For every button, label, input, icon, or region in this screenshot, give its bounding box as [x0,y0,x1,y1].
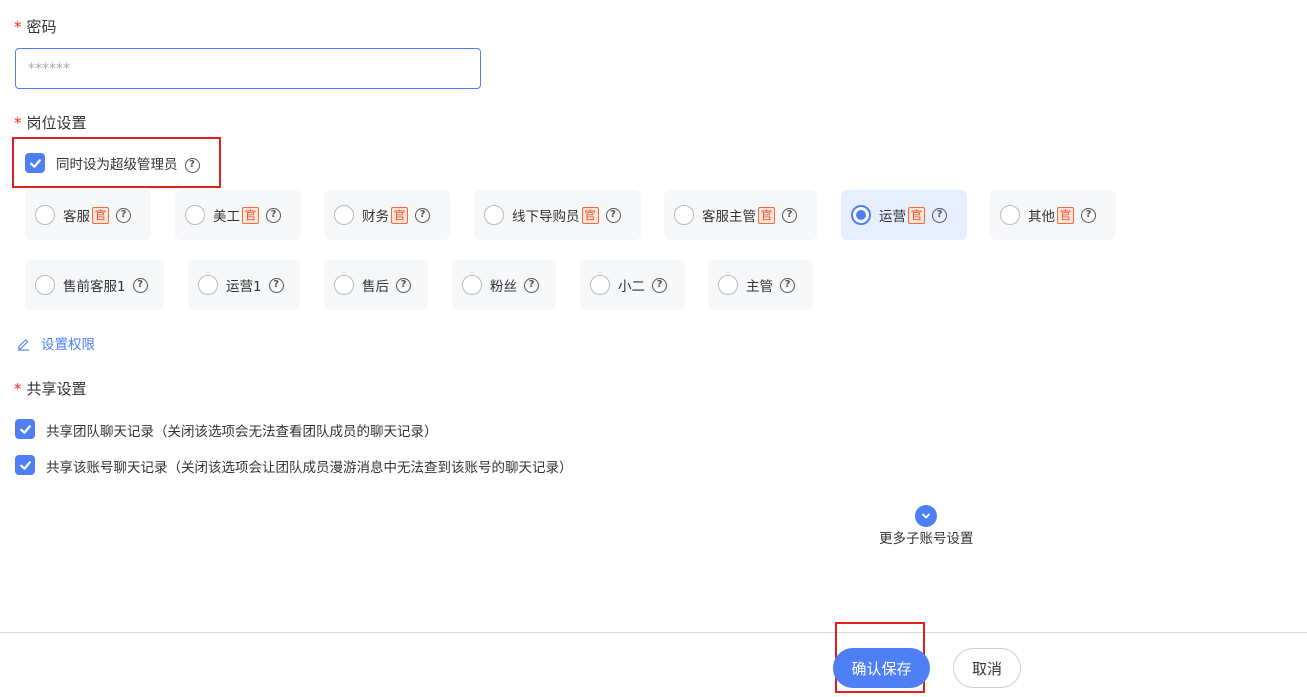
share-account-chat-label: 共享该账号聊天记录（关闭该选项会让团队成员漫游消息中无法查到该账号的聊天记录） [46,460,573,476]
radio-button[interactable] [35,275,55,295]
role-option-shouqian-kefu1[interactable]: 售前客服1 ? [25,260,164,310]
help-icon[interactable]: ? [782,207,797,223]
radio-button[interactable] [718,275,738,295]
help-icon[interactable]: ? [415,207,430,223]
radio-button[interactable] [674,205,694,225]
radio-button[interactable] [484,205,504,225]
radio-button[interactable] [185,205,205,225]
role-option-fensi[interactable]: 粉丝 ? [452,260,556,310]
official-badge: 官 [1057,206,1074,224]
help-icon[interactable]: ? [268,277,284,293]
edit-icon [17,338,30,351]
help-icon[interactable]: ? [652,277,667,293]
radio-button-selected[interactable] [851,205,871,225]
chevron-down-icon[interactable] [915,505,937,527]
check-icon [29,158,41,168]
super-admin-checkbox[interactable] [25,153,45,173]
password-label: * 密码 [14,18,57,36]
password-input[interactable] [15,48,481,89]
radio-button[interactable] [590,275,610,295]
radio-button[interactable] [1000,205,1020,225]
radio-button[interactable] [198,275,218,295]
official-badge: 官 [581,206,599,224]
official-badge: 官 [391,206,408,224]
radio-button[interactable] [35,205,55,225]
position-label: * 岗位设置 [14,114,87,132]
radio-button[interactable] [462,275,482,295]
role-option-meigong[interactable]: 美工 官 ? [175,190,301,240]
help-icon[interactable]: ? [780,277,795,293]
check-icon [19,460,31,470]
official-badge: 官 [92,206,109,224]
help-icon[interactable]: ? [524,277,539,293]
share-team-chat-label: 共享团队聊天记录（关闭该选项会无法查看团队成员的聊天记录） [46,424,438,440]
role-option-qita[interactable]: 其他 官 ? [990,190,1116,240]
more-sub-account-settings[interactable]: 更多子账号设置 [879,527,974,547]
footer-divider [0,632,1307,633]
share-settings-label: * 共享设置 [14,380,87,398]
help-icon[interactable]: ? [266,207,281,223]
share-team-chat-checkbox[interactable] [15,419,35,439]
help-icon[interactable]: ? [932,207,947,223]
set-permissions-link[interactable]: 设置权限 [16,333,95,353]
confirm-save-button[interactable]: 确认保存 [833,648,930,688]
help-icon[interactable]: ? [132,277,148,293]
cancel-button[interactable]: 取消 [953,648,1021,688]
role-option-xianxia-daogou[interactable]: 线下导购员 官 ? [474,190,641,240]
official-badge: 官 [242,206,259,224]
help-icon[interactable]: ? [184,157,200,173]
share-account-chat-checkbox[interactable] [15,455,35,475]
official-badge: 官 [758,206,775,224]
role-option-zhuguan[interactable]: 主管 ? [708,260,813,310]
role-option-shouhou[interactable]: 售后 ? [324,260,428,310]
help-icon[interactable]: ? [396,277,411,293]
help-icon[interactable]: ? [605,207,621,223]
help-icon[interactable]: ? [116,207,131,223]
role-option-kefu-zhuguan[interactable]: 客服主管 官 ? [664,190,817,240]
check-icon [19,424,31,434]
radio-button[interactable] [334,205,354,225]
official-badge: 官 [908,206,925,224]
role-option-yunying[interactable]: 运营 官 ? [841,190,967,240]
role-option-kefu[interactable]: 客服 官 ? [25,190,151,240]
role-option-yunying1[interactable]: 运营1 ? [188,260,300,310]
help-icon[interactable]: ? [1081,207,1096,223]
role-option-xiaoer[interactable]: 小二 ? [580,260,685,310]
role-option-caiwu[interactable]: 财务 官 ? [324,190,450,240]
super-admin-label: 同时设为超级管理员? [56,153,200,173]
radio-button[interactable] [334,275,354,295]
